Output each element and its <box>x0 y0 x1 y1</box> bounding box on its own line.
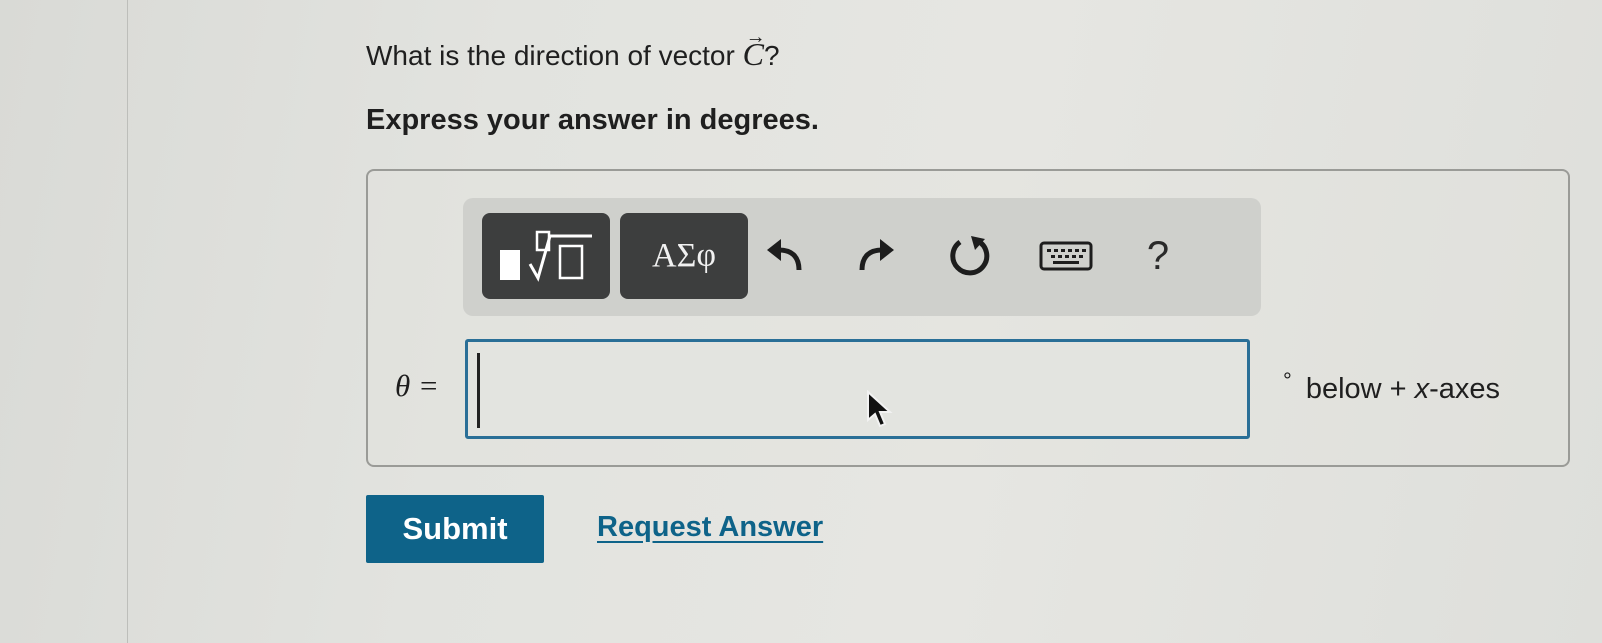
vector-symbol: C → <box>743 26 766 73</box>
undo-button[interactable] <box>753 224 817 288</box>
math-toolbar: ΑΣφ ? <box>463 198 1261 316</box>
help-button[interactable]: ? <box>1126 224 1190 288</box>
help-icon: ? <box>1146 233 1170 278</box>
symbols-button[interactable]: ΑΣφ <box>620 213 748 299</box>
unit-prefix: below + <box>1305 373 1415 405</box>
page-left-divider <box>127 0 128 643</box>
reset-icon <box>950 236 990 276</box>
text-caret <box>477 353 480 428</box>
undo-icon <box>767 239 802 271</box>
mouse-pointer-icon <box>867 390 893 428</box>
templates-root-icon <box>500 230 592 282</box>
answer-input[interactable] <box>465 339 1250 439</box>
submit-button[interactable]: Submit <box>366 495 544 563</box>
unit-x-variable: x <box>1414 373 1430 405</box>
redo-button[interactable] <box>844 224 908 288</box>
keyboard-icon <box>1039 241 1093 271</box>
question-prefix: What is the direction of vector <box>366 40 743 71</box>
answer-instruction: Express your answer in degrees. <box>366 104 819 136</box>
templates-button[interactable] <box>482 213 610 299</box>
question-text: What is the direction of vector C →? <box>366 26 780 73</box>
redo-icon <box>859 239 894 271</box>
equals-sign: = <box>410 368 439 403</box>
reset-button[interactable] <box>938 224 1002 288</box>
theta-symbol: θ <box>395 368 411 403</box>
request-answer-link[interactable]: Request Answer <box>597 511 823 544</box>
degree-symbol: ° <box>1283 368 1292 393</box>
vector-arrow-icon: → <box>745 26 766 48</box>
question-suffix: ? <box>763 40 780 71</box>
answer-unit: ° below + x-axes <box>1283 368 1501 406</box>
answer-variable-label: θ = <box>395 368 439 404</box>
unit-suffix: -axes <box>1429 373 1501 405</box>
keyboard-button[interactable] <box>1034 224 1098 288</box>
